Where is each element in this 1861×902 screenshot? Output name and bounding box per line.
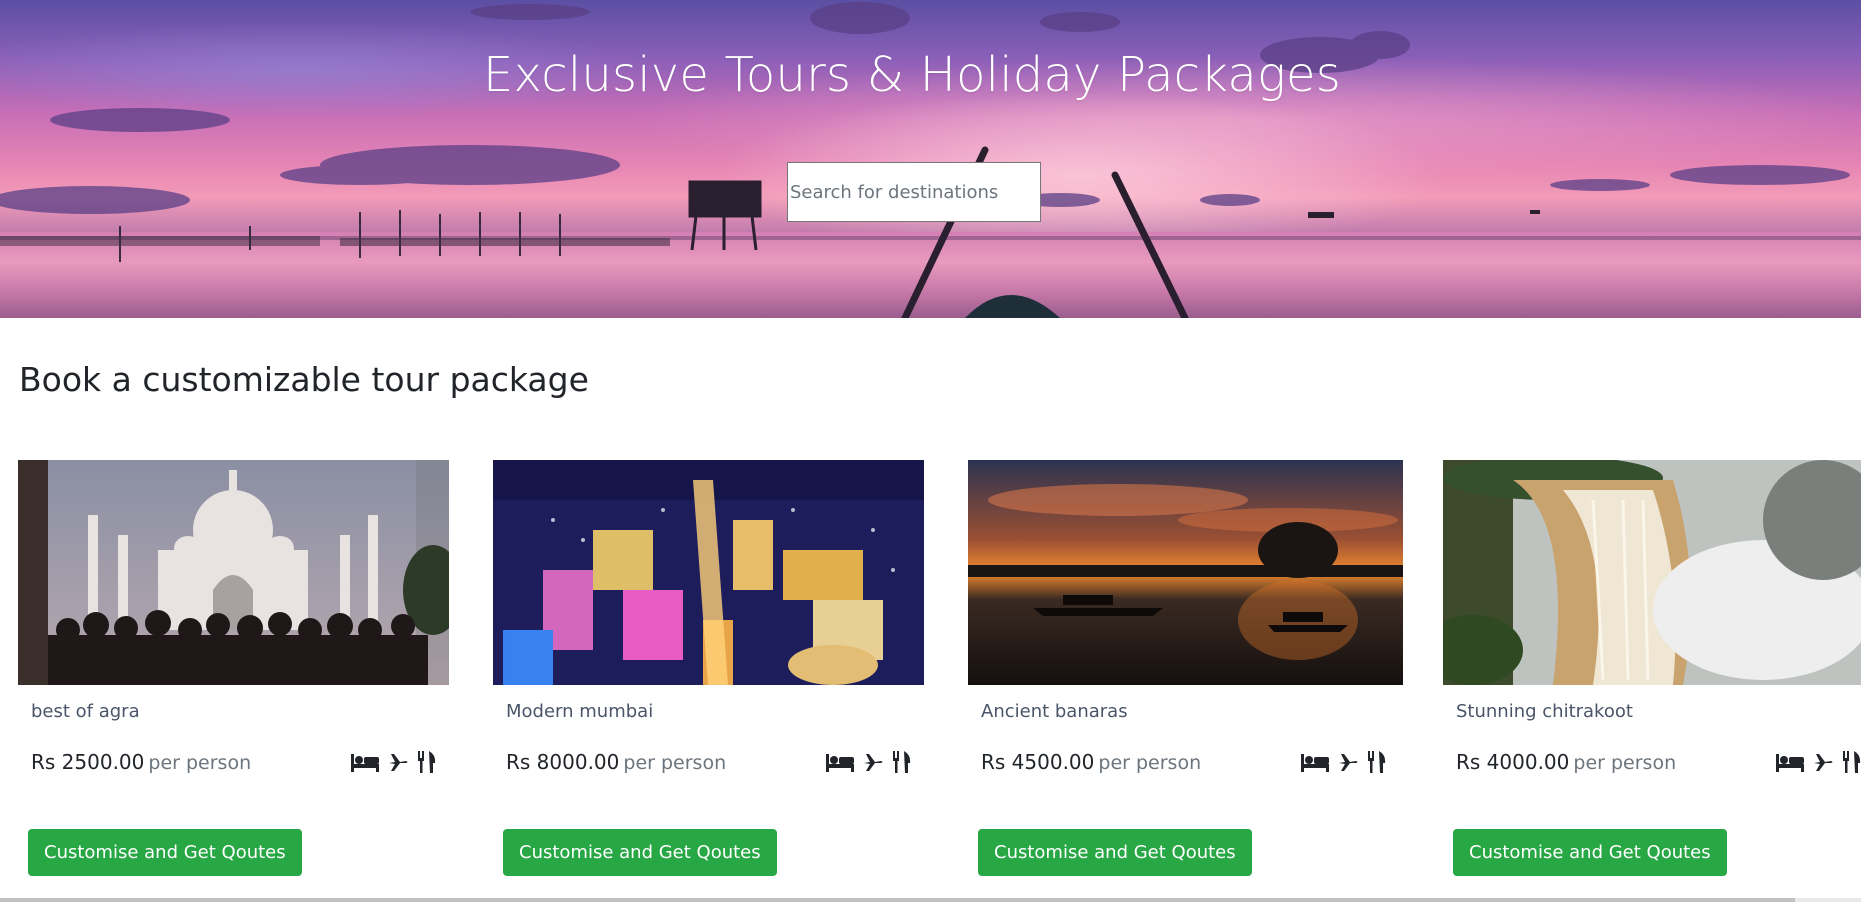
plane-icon — [1812, 752, 1834, 772]
plane-icon — [862, 752, 884, 772]
customise-quote-button[interactable]: Customise and Get Qoutes — [503, 829, 777, 876]
package-name[interactable]: Ancient banaras — [981, 701, 1128, 722]
price-row: Rs 8000.00 per person — [506, 750, 726, 774]
horizontal-scrollbar-thumb[interactable] — [0, 898, 1795, 902]
price-unit: per person — [623, 752, 727, 774]
package-image-banaras[interactable] — [968, 460, 1403, 685]
page: Exclusive Tours & Holiday Packages Book … — [0, 0, 1861, 902]
customise-quote-button[interactable]: Customise and Get Qoutes — [1453, 829, 1727, 876]
amenities — [1301, 751, 1387, 773]
package-name[interactable]: best of agra — [31, 701, 140, 722]
bed-icon — [351, 752, 379, 772]
utensils-icon — [1367, 751, 1387, 773]
customise-quote-button[interactable]: Customise and Get Qoutes — [28, 829, 302, 876]
bed-icon — [826, 752, 854, 772]
utensils-icon — [1842, 751, 1861, 773]
package-image-chitrakoot[interactable] — [1443, 460, 1861, 685]
price-row: Rs 4000.00 per person — [1456, 750, 1676, 774]
package-price: Rs 8000.00 — [506, 750, 620, 774]
amenities — [826, 751, 912, 773]
section-title: Book a customizable tour package — [19, 360, 589, 399]
price-unit: per person — [1098, 752, 1202, 774]
hero-banner: Exclusive Tours & Holiday Packages — [0, 0, 1861, 318]
package-image-mumbai[interactable] — [493, 460, 924, 685]
plane-icon — [1337, 752, 1359, 772]
plane-icon — [387, 752, 409, 772]
price-row: Rs 2500.00 per person — [31, 750, 251, 774]
package-image-agra[interactable] — [18, 460, 449, 685]
bed-icon — [1301, 752, 1329, 772]
amenities — [351, 751, 437, 773]
price-row: Rs 4500.00 per person — [981, 750, 1201, 774]
package-price: Rs 4000.00 — [1456, 750, 1570, 774]
amenities — [1776, 751, 1861, 773]
destination-search-input[interactable] — [787, 162, 1041, 222]
price-unit: per person — [1573, 752, 1677, 774]
package-price: Rs 4500.00 — [981, 750, 1095, 774]
package-name[interactable]: Modern mumbai — [506, 701, 653, 722]
price-unit: per person — [148, 752, 252, 774]
hero-title: Exclusive Tours & Holiday Packages — [482, 47, 1341, 103]
utensils-icon — [892, 751, 912, 773]
bed-icon — [1776, 752, 1804, 772]
package-name[interactable]: Stunning chitrakoot — [1456, 701, 1633, 722]
customise-quote-button[interactable]: Customise and Get Qoutes — [978, 829, 1252, 876]
utensils-icon — [417, 751, 437, 773]
package-price: Rs 2500.00 — [31, 750, 145, 774]
